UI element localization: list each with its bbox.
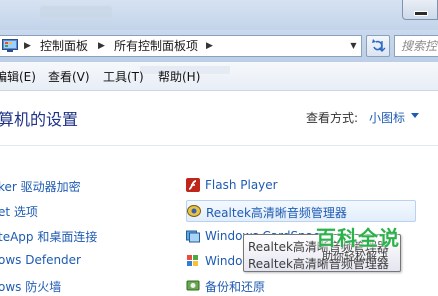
- menu-view[interactable]: 查看(V): [48, 62, 90, 92]
- view-by-dropdown[interactable]: 小图标: [369, 109, 405, 126]
- breadcrumb-separator-icon[interactable]: ▶: [206, 36, 213, 56]
- item-backup-restore[interactable]: 备份和还原: [186, 276, 416, 296]
- divider: [0, 145, 438, 146]
- menu-tools[interactable]: 工具(T): [103, 62, 144, 92]
- control-panel-icon: [2, 39, 18, 52]
- minimize-icon: [414, 11, 428, 16]
- page-title: 算机的设置: [0, 110, 79, 129]
- item-label: Realtek高清晰音频管理器: [206, 206, 347, 220]
- address-history-dropdown-icon[interactable]: ▼: [346, 36, 361, 56]
- search-input[interactable]: 搜索控: [394, 35, 438, 57]
- menu-help[interactable]: 帮助(H): [158, 62, 200, 92]
- item-windows-firewall[interactable]: ows 防火墙: [0, 278, 61, 295]
- cardspace-icon: [186, 230, 200, 243]
- menu-edit[interactable]: 编辑(E): [0, 62, 36, 92]
- breadcrumb-separator-icon[interactable]: ▶: [24, 36, 31, 56]
- item-label: Flash Player: [205, 178, 278, 192]
- breadcrumb-separator-icon[interactable]: ▶: [98, 36, 105, 56]
- watermark-slogan: 助你轻松解决: [322, 250, 388, 263]
- view-by-label: 查看方式:: [306, 111, 359, 125]
- watermark-logo-text: 百科全说: [316, 226, 400, 250]
- address-toolbar: ▶ 控制面板 ▶ 所有控制面板项 ▶ ▼ 搜索控: [0, 30, 438, 62]
- breadcrumb-all-items[interactable]: 所有控制面板项: [114, 36, 198, 56]
- address-bar[interactable]: ▶ 控制面板 ▶ 所有控制面板项 ▶ ▼: [0, 35, 362, 57]
- menu-bar: 编辑(E) 查看(V) 工具(T) 帮助(H): [0, 62, 438, 91]
- item-flash-player[interactable]: Flash Player: [186, 176, 416, 196]
- breadcrumb-control-panel[interactable]: 控制面板: [40, 36, 88, 56]
- realtek-speaker-icon: [187, 205, 201, 217]
- refresh-button[interactable]: [366, 35, 390, 57]
- item-label: 备份和还原: [205, 280, 266, 294]
- minimize-button[interactable]: [402, 0, 438, 20]
- window-titlebar: [0, 0, 438, 30]
- item-remoteapp[interactable]: teApp 和桌面连接: [0, 228, 97, 245]
- window-title-blur: [40, 6, 112, 18]
- backup-restore-icon: [186, 280, 200, 291]
- item-internet-options[interactable]: et 选项: [0, 203, 38, 220]
- item-windows-defender[interactable]: ows Defender: [0, 253, 81, 267]
- windows-update-icon: [187, 255, 198, 266]
- refresh-icon: [372, 39, 386, 52]
- flash-icon: [186, 178, 200, 192]
- item-bitlocker[interactable]: ker 驱动器加密: [0, 178, 81, 195]
- item-realtek-audio[interactable]: Realtek高清晰音频管理器: [186, 200, 416, 222]
- view-by-chevron-down-icon[interactable]: [411, 113, 419, 118]
